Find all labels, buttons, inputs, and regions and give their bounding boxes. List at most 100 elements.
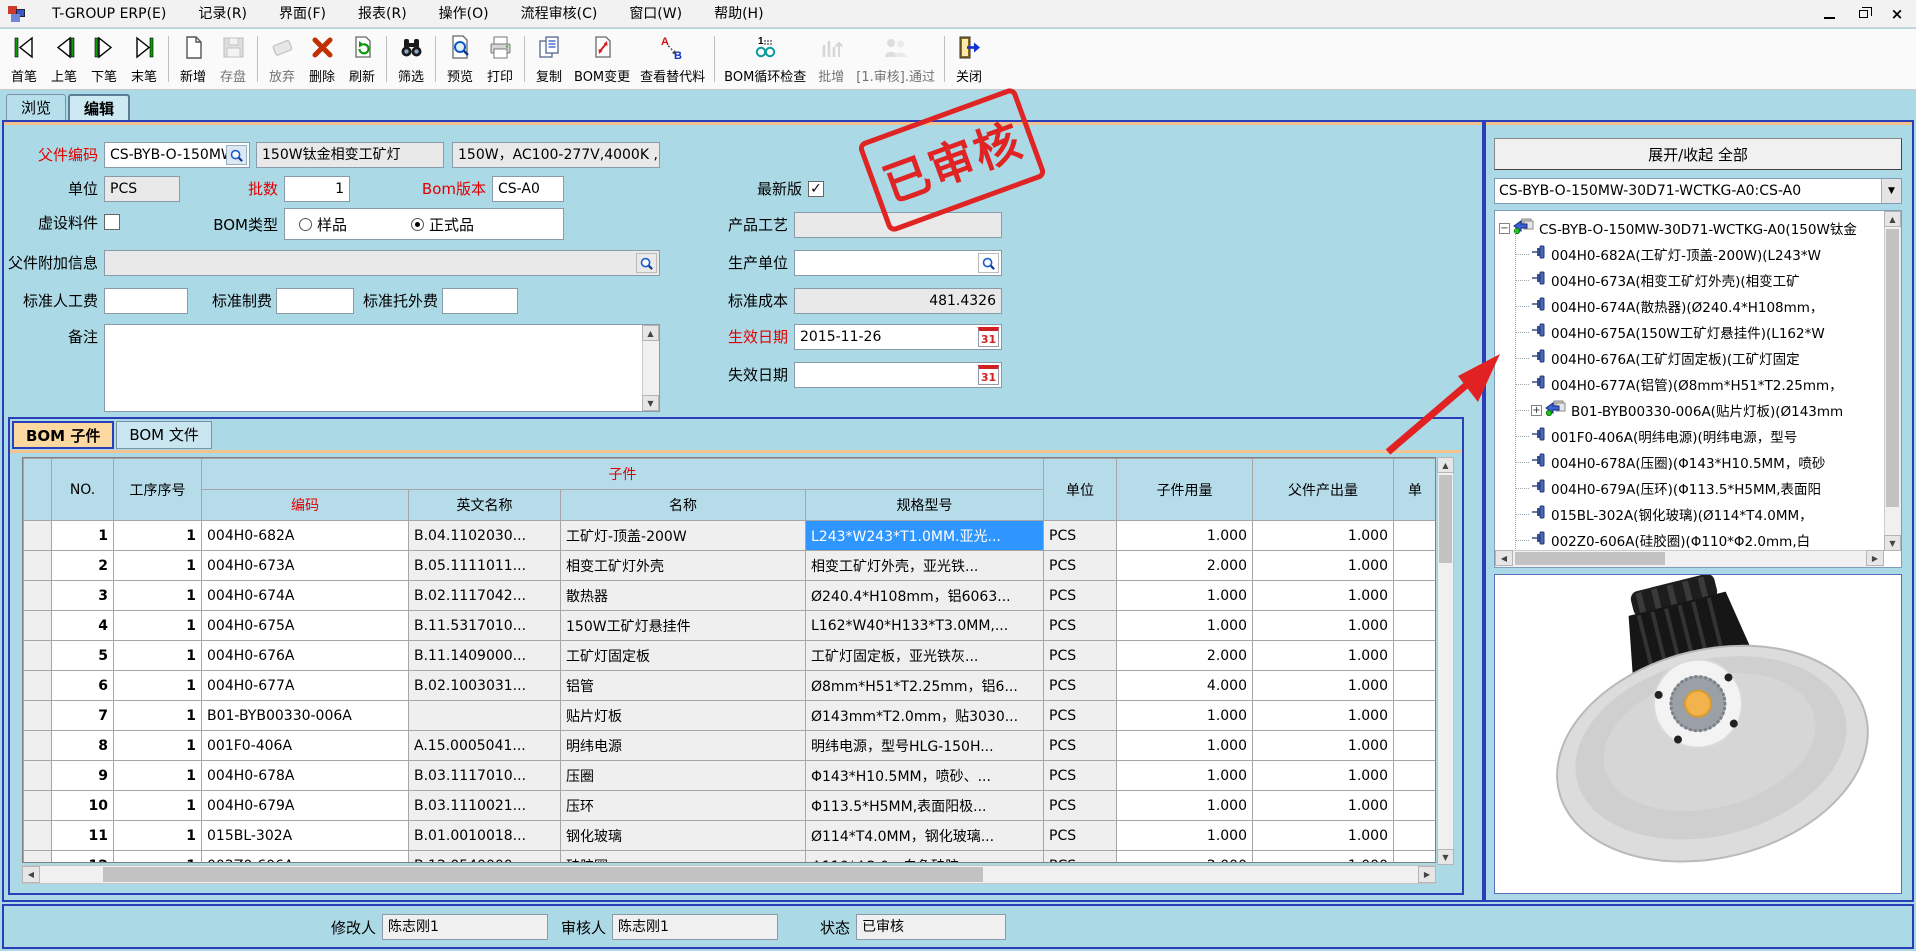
vscroll-thumb[interactable] <box>1886 229 1899 507</box>
collapse-icon[interactable]: − <box>1499 223 1510 234</box>
calendar-icon[interactable]: 31 <box>978 327 999 347</box>
cell-name[interactable]: 明纬电源 <box>561 731 806 761</box>
cell-parent-qty[interactable]: 1.000 <box>1253 521 1394 551</box>
cell-spec[interactable]: Ø114*T4.0MM，钢化玻璃... <box>806 821 1044 851</box>
cell-spec[interactable]: Φ113.5*H5MM,表面阳极... <box>806 791 1044 821</box>
cell-spec[interactable]: 相变工矿灯外壳，亚光铁... <box>806 551 1044 581</box>
menu-item-1[interactable]: 界面(F) <box>263 0 342 28</box>
cell-parent-qty[interactable]: 1.000 <box>1253 641 1394 671</box>
menu-app[interactable]: T-GROUP ERP(E) <box>36 0 182 28</box>
cell-child-qty[interactable]: 1.000 <box>1117 761 1253 791</box>
cell-code[interactable]: 001F0-406A <box>202 731 409 761</box>
cell-en-name[interactable]: B.03.1117010... <box>409 761 561 791</box>
row-selector[interactable] <box>24 521 52 551</box>
cell-no[interactable]: 12 <box>52 851 114 864</box>
cell-spec[interactable]: Ø143mm*T2.0mm，贴3030... <box>806 701 1044 731</box>
cell-name[interactable]: 硅胶圈 <box>561 851 806 864</box>
row-selector[interactable] <box>24 551 52 581</box>
cell-op-seq[interactable]: 1 <box>114 791 202 821</box>
tree-item[interactable]: 004H0-677A(铝管)(Ø8mm*H51*T2.25mm， <box>1515 371 1843 397</box>
tab-edit[interactable]: 编辑 <box>68 94 130 121</box>
minimize-icon[interactable] <box>1820 6 1838 22</box>
print-button[interactable]: 打印 <box>480 31 520 87</box>
cell-en-name[interactable]: A.15.0005041... <box>409 731 561 761</box>
cell-en-name[interactable]: B.01.0010018... <box>409 821 561 851</box>
refresh-button[interactable]: 刷新 <box>342 31 382 87</box>
cell-op-seq[interactable]: 1 <box>114 851 202 864</box>
tab-bom-files[interactable]: BOM 文件 <box>116 421 212 449</box>
row-selector[interactable] <box>24 641 52 671</box>
remark-textarea[interactable]: ▲ ▼ <box>104 324 660 412</box>
cell-en-name[interactable]: B.12.0540000... <box>409 851 561 864</box>
scroll-up-icon[interactable]: ▲ <box>1437 457 1454 473</box>
cell-child-qty[interactable]: 1.000 <box>1117 821 1253 851</box>
cell-en-name[interactable]: B.03.1110021... <box>409 791 561 821</box>
delete-button[interactable]: 删除 <box>302 31 342 87</box>
cell-unit[interactable]: PCS <box>1044 701 1117 731</box>
tree-item[interactable]: 004H0-673A(相变工矿灯外壳)(相变工矿 <box>1515 267 1800 293</box>
tree-item[interactable]: 002Z0-606A(硅胶圈)(Φ110*Φ2.0mm,白 <box>1515 527 1810 551</box>
cell-en-name[interactable]: B.11.1409000... <box>409 641 561 671</box>
cell-parent-qty[interactable]: 1.000 <box>1253 851 1394 864</box>
cell-unit[interactable]: PCS <box>1044 821 1117 851</box>
row-selector[interactable] <box>24 761 52 791</box>
row-selector[interactable] <box>24 671 52 701</box>
scroll-up-icon[interactable]: ▲ <box>642 325 659 341</box>
parent-code-search-icon[interactable] <box>226 145 247 165</box>
cell-code[interactable]: 015BL-302A <box>202 821 409 851</box>
table-vscrollbar[interactable]: ▲ ▼ <box>1437 457 1454 865</box>
effective-date-input[interactable]: 2015-11-26 31 <box>794 324 1002 350</box>
latest-checkbox[interactable]: ✓ <box>808 181 824 197</box>
tree-vscrollbar[interactable]: ▲ ▼ <box>1884 211 1901 551</box>
cell-parent-qty[interactable]: 1.000 <box>1253 791 1394 821</box>
row-selector[interactable] <box>24 581 52 611</box>
expand-collapse-all-button[interactable]: 展开/收起 全部 <box>1494 138 1902 170</box>
cell-op-seq[interactable]: 1 <box>114 641 202 671</box>
cell-en-name[interactable]: B.05.1111011... <box>409 551 561 581</box>
cell-child-qty[interactable]: 1.000 <box>1117 731 1253 761</box>
row-selector[interactable] <box>24 821 52 851</box>
cell-spec[interactable]: L243*W243*T1.0MM.亚光... <box>806 521 1044 551</box>
cell-spec[interactable]: L162*W40*H133*T3.0MM,... <box>806 611 1044 641</box>
row-selector[interactable] <box>24 851 52 864</box>
cell-unit2[interactable] <box>1394 611 1437 641</box>
cell-code[interactable]: 002Z0-606A <box>202 851 409 864</box>
cell-unit2[interactable] <box>1394 671 1437 701</box>
expand-icon[interactable]: + <box>1531 405 1542 416</box>
col-name[interactable]: 名称 <box>561 490 806 521</box>
tree-item[interactable]: 004H0-679A(压环)(Φ113.5*H5MM,表面阳 <box>1515 475 1821 501</box>
cell-unit[interactable]: PCS <box>1044 551 1117 581</box>
view-substitute-button[interactable]: AB查看替代料 <box>635 31 710 87</box>
scroll-down-icon[interactable]: ▼ <box>1437 849 1454 865</box>
cell-op-seq[interactable]: 1 <box>114 611 202 641</box>
tree-item[interactable]: 004H0-674A(散热器)(Ø240.4*H108mm， <box>1515 293 1823 319</box>
cell-no[interactable]: 2 <box>52 551 114 581</box>
menu-item-3[interactable]: 操作(O) <box>423 0 505 28</box>
cell-unit2[interactable] <box>1394 551 1437 581</box>
tree-item[interactable]: 001F0-406A(明纬电源)(明纬电源，型号 <box>1515 423 1797 449</box>
col-en-name[interactable]: 英文名称 <box>409 490 561 521</box>
cell-code[interactable]: 004H0-677A <box>202 671 409 701</box>
col-no[interactable]: NO. <box>52 459 114 521</box>
cell-code[interactable]: 004H0-675A <box>202 611 409 641</box>
bom-loop-check-button[interactable]: 1BOM循环检查 <box>719 31 811 87</box>
cell-name[interactable]: 工矿灯固定板 <box>561 641 806 671</box>
cell-op-seq[interactable]: 1 <box>114 581 202 611</box>
cell-child-qty[interactable]: 1.000 <box>1117 611 1253 641</box>
cell-parent-qty[interactable]: 1.000 <box>1253 551 1394 581</box>
cell-child-qty[interactable]: 2.000 <box>1117 641 1253 671</box>
scroll-right-icon[interactable]: ▶ <box>1418 866 1436 883</box>
cell-spec[interactable]: Ø240.4*H108mm，铝6063... <box>806 581 1044 611</box>
first-button[interactable]: 首笔 <box>4 31 44 87</box>
cell-op-seq[interactable]: 1 <box>114 701 202 731</box>
cell-name[interactable]: 相变工矿灯外壳 <box>561 551 806 581</box>
vscroll-thumb[interactable] <box>1439 475 1452 563</box>
filter-button[interactable]: 筛选 <box>391 31 431 87</box>
cell-parent-qty[interactable]: 1.000 <box>1253 701 1394 731</box>
cell-no[interactable]: 10 <box>52 791 114 821</box>
cell-unit[interactable]: PCS <box>1044 611 1117 641</box>
menu-item-4[interactable]: 流程审核(C) <box>505 0 614 28</box>
calendar-icon[interactable]: 31 <box>978 365 999 385</box>
menu-item-2[interactable]: 报表(R) <box>342 0 423 28</box>
cell-unit[interactable]: PCS <box>1044 761 1117 791</box>
